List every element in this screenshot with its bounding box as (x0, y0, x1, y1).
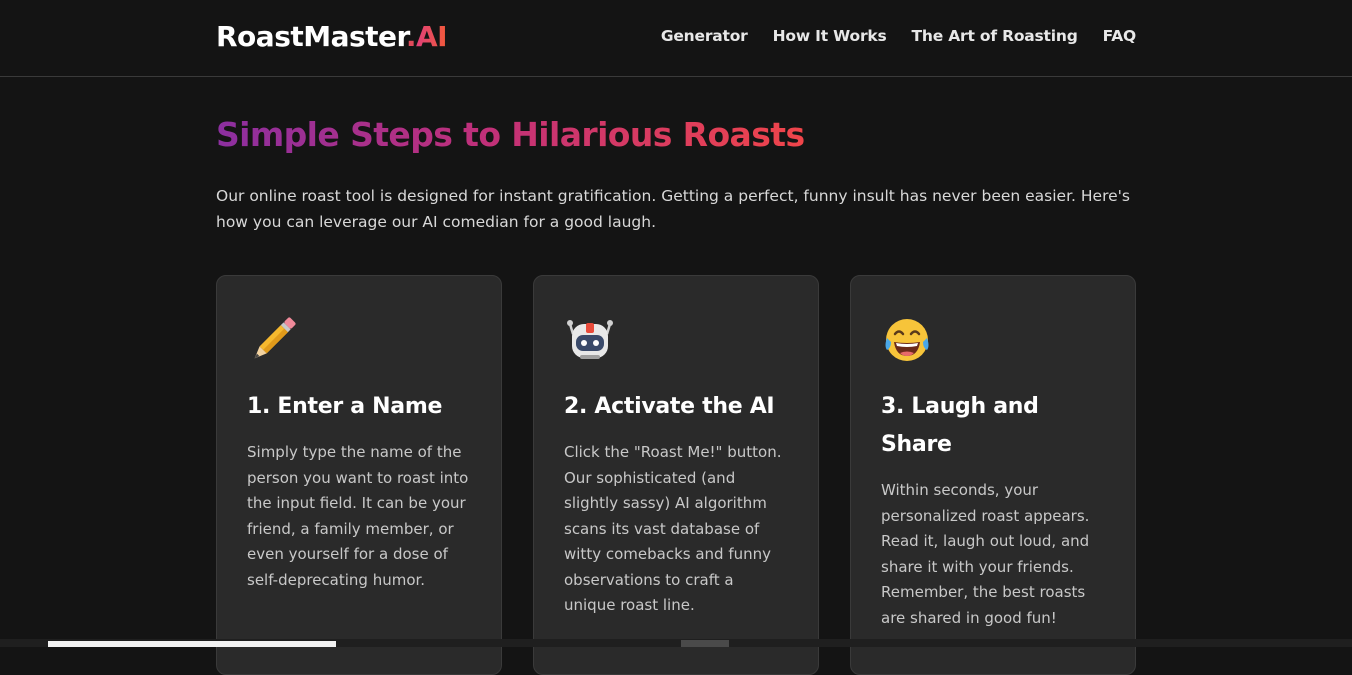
bottom-tab (48, 641, 336, 647)
nav-faq[interactable]: FAQ (1103, 27, 1137, 45)
logo-dot: . (405, 20, 417, 53)
step-card-laugh-share: 3. Laugh and Share Within seconds, your … (850, 275, 1136, 675)
step-card-activate-ai: 2. Activate the AI Click the "Roast Me!"… (533, 275, 819, 675)
step-description: Within seconds, your personalized roast … (881, 481, 1090, 627)
step-description: Click the "Roast Me!" button. Our sophis… (564, 443, 782, 614)
scroll-thumb[interactable] (681, 640, 729, 647)
nav-how-it-works[interactable]: How It Works (773, 27, 887, 45)
step-title: 1. Enter a Name (247, 394, 443, 419)
nav-art-of-roasting[interactable]: The Art of Roasting (912, 27, 1078, 45)
laughing-face-icon (885, 319, 929, 361)
main-nav: Generator How It Works The Art of Roasti… (661, 27, 1136, 45)
section-intro: Our online roast tool is designed for in… (216, 187, 1130, 231)
robot-icon (567, 320, 613, 359)
logo-ai-text: AI (416, 20, 448, 53)
step-title: 3. Laugh and Share (881, 394, 1039, 457)
site-logo[interactable]: RoastMaster.AI (216, 20, 448, 53)
logo-main-text: RoastMaster (216, 20, 406, 53)
section-title: Simple Steps to Hilarious Roasts (216, 115, 805, 154)
site-header: RoastMaster.AI Generator How It Works Th… (0, 0, 1352, 77)
step-card-enter-name: 1. Enter a Name Simply type the name of … (216, 275, 502, 675)
pencil-icon (254, 317, 296, 359)
nav-generator[interactable]: Generator (661, 27, 748, 45)
steps-cards: 1. Enter a Name Simply type the name of … (216, 275, 1136, 675)
step-description: Simply type the name of the person you w… (247, 443, 469, 589)
step-title: 2. Activate the AI (564, 394, 775, 419)
